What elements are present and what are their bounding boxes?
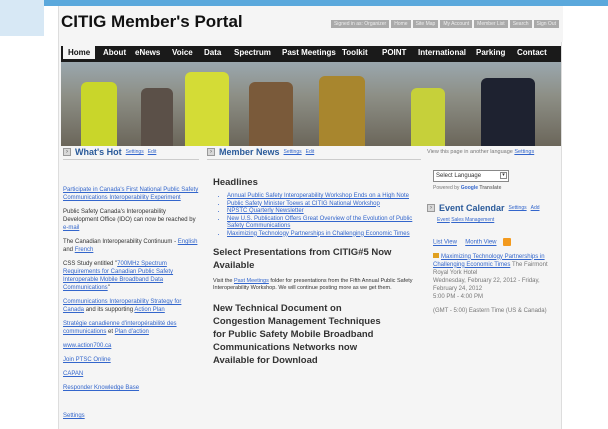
right-column: View this page in another language Setti… bbox=[427, 148, 561, 315]
whats-hot-text: CSS Study entitled " bbox=[63, 261, 118, 267]
list-view-link[interactable]: List View bbox=[433, 240, 457, 246]
util-sign-out[interactable]: Sign Out bbox=[533, 20, 559, 28]
responder-figure bbox=[141, 88, 173, 146]
headline-item[interactable]: New U.S. Publication Offers Great Overvi… bbox=[227, 216, 421, 231]
view-language-settings[interactable]: Settings bbox=[514, 149, 534, 155]
responder-figure bbox=[249, 82, 293, 146]
ptsc-link[interactable]: Join PTSC Online bbox=[63, 357, 111, 363]
nav-voice[interactable]: Voice bbox=[167, 46, 198, 59]
month-view-link[interactable]: Month View bbox=[465, 240, 496, 246]
whats-hot-edit-link[interactable]: Edit bbox=[148, 148, 157, 156]
util-search[interactable]: Search bbox=[509, 20, 532, 28]
footer-settings-link[interactable]: Settings bbox=[63, 413, 85, 419]
nav-contact[interactable]: Contact bbox=[512, 46, 552, 59]
event-settings-link[interactable]: Settings bbox=[509, 204, 527, 212]
visit-text: Visit the bbox=[213, 278, 233, 284]
headlines-title: Headlines bbox=[213, 177, 258, 188]
nav-about[interactable]: About bbox=[98, 46, 131, 59]
action700-link[interactable]: www.action700.ca bbox=[63, 343, 111, 349]
language-select[interactable]: Select Language ▾ bbox=[433, 170, 509, 182]
powered-by-text: Powered by bbox=[433, 185, 460, 191]
sales-management-link[interactable]: Sales Management bbox=[451, 217, 494, 223]
english-link[interactable]: English bbox=[178, 239, 198, 245]
collapse-icon[interactable]: › bbox=[63, 148, 71, 156]
and-text: and bbox=[63, 247, 74, 253]
util-home[interactable]: Home bbox=[391, 20, 411, 28]
police-officer-figure bbox=[481, 78, 535, 146]
collapse-icon[interactable]: › bbox=[207, 148, 215, 156]
event-add-link[interactable]: Add bbox=[531, 204, 540, 212]
member-news-settings-link[interactable]: Settings bbox=[284, 148, 302, 156]
firefighter-figure bbox=[319, 76, 365, 146]
member-news-column: › Member News Settings Edit Headlines An… bbox=[207, 148, 421, 367]
headline-item[interactable]: Annual Public Safety Interoperability Wo… bbox=[227, 193, 421, 201]
view-language-text: View this page in another language bbox=[427, 149, 513, 155]
nav-spectrum[interactable]: Spectrum bbox=[229, 46, 276, 59]
utility-links: Signed in as: Organizer Home Site Map My… bbox=[330, 20, 559, 28]
nav-international[interactable]: International bbox=[413, 46, 471, 59]
collapse-icon[interactable]: › bbox=[427, 204, 435, 212]
whats-hot-text: Public Safety Canada's Interoperability … bbox=[63, 209, 196, 223]
email-link[interactable]: e-mail bbox=[63, 225, 79, 231]
nav-point[interactable]: POINT bbox=[377, 46, 411, 59]
event-time: 5:00 PM - 4:00 PM bbox=[433, 293, 484, 300]
language-select-value: Select Language bbox=[436, 173, 482, 179]
nav-parking[interactable]: Parking bbox=[471, 46, 510, 59]
nav-enews[interactable]: eNews bbox=[130, 46, 165, 59]
site-title: CITIG Member's Portal bbox=[61, 12, 243, 31]
chevron-down-icon: ▾ bbox=[500, 172, 507, 179]
headline-item[interactable]: Public Safety Minister Toews at CITIG Na… bbox=[227, 201, 421, 209]
event-calendar-header: › Event Calendar Settings Add bbox=[427, 204, 561, 215]
left-accent-block bbox=[0, 0, 44, 36]
whats-hot-text: The Canadian Interoperability Continuum … bbox=[63, 239, 177, 245]
banner-photo bbox=[61, 62, 561, 146]
nav-toolkit[interactable]: Toolkit bbox=[337, 46, 373, 59]
rkb-link[interactable]: Responder Knowledge Base bbox=[63, 385, 139, 391]
member-news-title: Member News bbox=[219, 147, 280, 157]
portal-page: CITIG Member's Portal Signed in as: Orga… bbox=[58, 6, 563, 429]
member-news-header: › Member News Settings Edit bbox=[207, 148, 421, 160]
util-signed-in: Signed in as: Organizer bbox=[330, 20, 390, 28]
headline-item[interactable]: NPSTC Quarterly Newsletter bbox=[227, 208, 421, 216]
nav-home[interactable]: Home bbox=[63, 46, 96, 59]
util-member-list[interactable]: Member List bbox=[474, 20, 508, 28]
timezone-text: (GMT - 5:00) Eastern Time (US & Canada) bbox=[433, 307, 547, 314]
google-logo: Google bbox=[460, 185, 479, 191]
rss-icon[interactable] bbox=[503, 238, 512, 246]
past-meetings-link-text[interactable]: Past Meetings bbox=[234, 278, 269, 284]
nav-data[interactable]: Data bbox=[199, 46, 226, 59]
whats-hot-header: › What's Hot Settings Edit bbox=[63, 148, 199, 160]
whats-hot-text: et bbox=[108, 329, 114, 335]
responder-figure bbox=[185, 72, 229, 146]
event-link[interactable]: Event bbox=[437, 217, 450, 223]
whats-hot-column: › What's Hot Settings Edit Participate i… bbox=[63, 148, 199, 420]
util-my-account[interactable]: My Account bbox=[440, 20, 473, 28]
event-dates: Wednesday, February 22, 2012 - Friday, F… bbox=[433, 277, 540, 292]
capan-link[interactable]: CAPAN bbox=[63, 371, 83, 377]
quote-text: " bbox=[107, 285, 110, 291]
whats-hot-link[interactable]: Participate in Canada's First National P… bbox=[63, 187, 198, 201]
header: CITIG Member's Portal Signed in as: Orga… bbox=[59, 6, 563, 42]
responder-figure bbox=[411, 88, 445, 146]
presentations-title: Select Presentations from CITIG#5 Now Av… bbox=[213, 247, 392, 271]
translate-text: Translate bbox=[479, 185, 502, 191]
nav-past-meetings[interactable]: Past Meetings bbox=[277, 46, 341, 59]
headlines-list: Annual Public Safety Interoperability Wo… bbox=[227, 193, 421, 238]
technical-doc-title: New Technical Document on Congestion Man… bbox=[213, 303, 381, 366]
util-site-map[interactable]: Site Map bbox=[412, 20, 439, 28]
pencil-icon bbox=[433, 252, 439, 258]
event-calendar-title: Event Calendar bbox=[439, 203, 505, 213]
member-news-edit-link[interactable]: Edit bbox=[306, 148, 315, 156]
whats-hot-title: What's Hot bbox=[75, 147, 122, 157]
whats-hot-settings-link[interactable]: Settings bbox=[126, 148, 144, 156]
responder-figure bbox=[81, 82, 117, 146]
french-link[interactable]: French bbox=[75, 247, 94, 253]
whats-hot-text: and its supporting bbox=[85, 307, 134, 313]
headline-item[interactable]: Maximizing Technology Partnerships in Ch… bbox=[227, 231, 421, 239]
plan-action-link[interactable]: Plan d'action bbox=[115, 329, 149, 335]
action-plan-link[interactable]: Action Plan bbox=[134, 307, 164, 313]
